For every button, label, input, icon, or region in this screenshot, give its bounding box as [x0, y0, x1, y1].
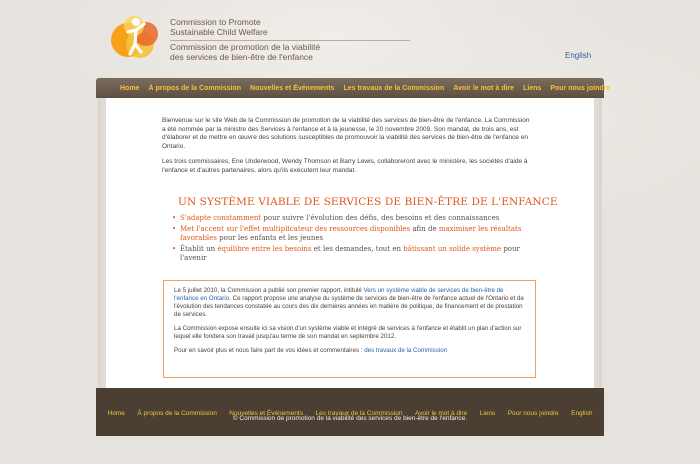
language-toggle-link[interactable]: English	[565, 51, 591, 60]
bullet-focus-highlight-1: Met l'accent sur l'effet multiplicateur …	[180, 224, 411, 233]
org-name-en-line2: Sustainable Child Welfare	[170, 27, 268, 37]
nav-home[interactable]: Home	[120, 85, 139, 92]
site-footer: Home À propos de la Commission Nouvelles…	[96, 388, 604, 436]
nav-work[interactable]: Les travaux de la Commission	[343, 85, 444, 92]
site-header: Commission to Promote Sustainable Child …	[108, 10, 608, 80]
intro-paragraph-1: Bienvenue sur le site Web de la Commissi…	[162, 117, 530, 150]
org-name-fr-line1: Commission de promotion de la viabilité	[170, 42, 321, 52]
main-nav: Home À propos de la Commission Nouvelles…	[96, 78, 610, 98]
bullet-adapts-highlight: S'adapte constamment	[180, 214, 262, 222]
bullet-balance-pre: Établit un	[180, 244, 218, 253]
bullet-balance-highlight-2: bâtissant un solide système	[403, 244, 502, 253]
org-name-en: Commission to Promote Sustainable Child …	[170, 17, 268, 37]
system-headline: UN SYSTÈME VIABLE DE SERVICES DE BIEN-ÊT…	[178, 196, 558, 208]
bullet-adapts-text: pour suivre l'évolution des défis, des b…	[261, 214, 500, 222]
nav-have-your-say[interactable]: Avoir le mot à dire	[453, 85, 514, 92]
org-name-fr: Commission de promotion de la viabilité …	[170, 42, 320, 62]
report-paragraph-2: La Commission expose ensuite ici sa visi…	[174, 325, 522, 340]
nav-about[interactable]: À propos de la Commission	[148, 85, 241, 92]
intro-text: Bienvenue sur le site Web de la Commissi…	[162, 117, 532, 183]
system-bullets: S'adapte constamment pour suivre l'évolu…	[172, 214, 532, 265]
report-p3-pre: Pour en savoir plus et nous faire part d…	[174, 347, 365, 354]
report-callout-box: Le 5 juillet 2010, la Commission a publi…	[163, 280, 536, 378]
bullet-focus-text: pour les enfants et les jeunes	[216, 234, 324, 242]
bullet-balance-mid: et les demandes, tout en	[311, 244, 404, 253]
report-p1-pre: Le 5 juillet 2010, la Commission a publi…	[174, 287, 364, 294]
bullet-adapts: S'adapte constamment pour suivre l'évolu…	[172, 214, 532, 224]
nav-news[interactable]: Nouvelles et Événements	[250, 85, 334, 92]
bullet-balance: Établit un équilibre entre les besoins e…	[172, 245, 532, 264]
report-paragraph-1: Le 5 juillet 2010, la Commission a publi…	[174, 287, 525, 319]
report-paragraph-3: Pour en savoir plus et nous faire part d…	[174, 347, 525, 355]
commission-logo[interactable]	[108, 10, 164, 66]
nav-links[interactable]: Liens	[523, 85, 541, 92]
org-name-en-line1: Commission to Promote	[170, 17, 261, 27]
nav-contact[interactable]: Pour nous joindre	[550, 85, 610, 92]
org-name-fr-line2: des services de bien-être de l'enfance	[170, 52, 313, 62]
commission-work-link[interactable]: des travaux de la Commission	[364, 347, 447, 354]
bullet-focus-mid: afin de	[410, 224, 439, 233]
copyright-text: © Commission de promotion de la viabilit…	[232, 415, 468, 422]
logo-divider	[170, 40, 410, 41]
intro-paragraph-2: Les trois commissaires, Ene Underwood, W…	[162, 158, 528, 174]
bullet-focus: Met l'accent sur l'effet multiplicateur …	[172, 225, 532, 244]
bullet-balance-highlight-1: équilibre entre les besoins	[217, 244, 312, 253]
